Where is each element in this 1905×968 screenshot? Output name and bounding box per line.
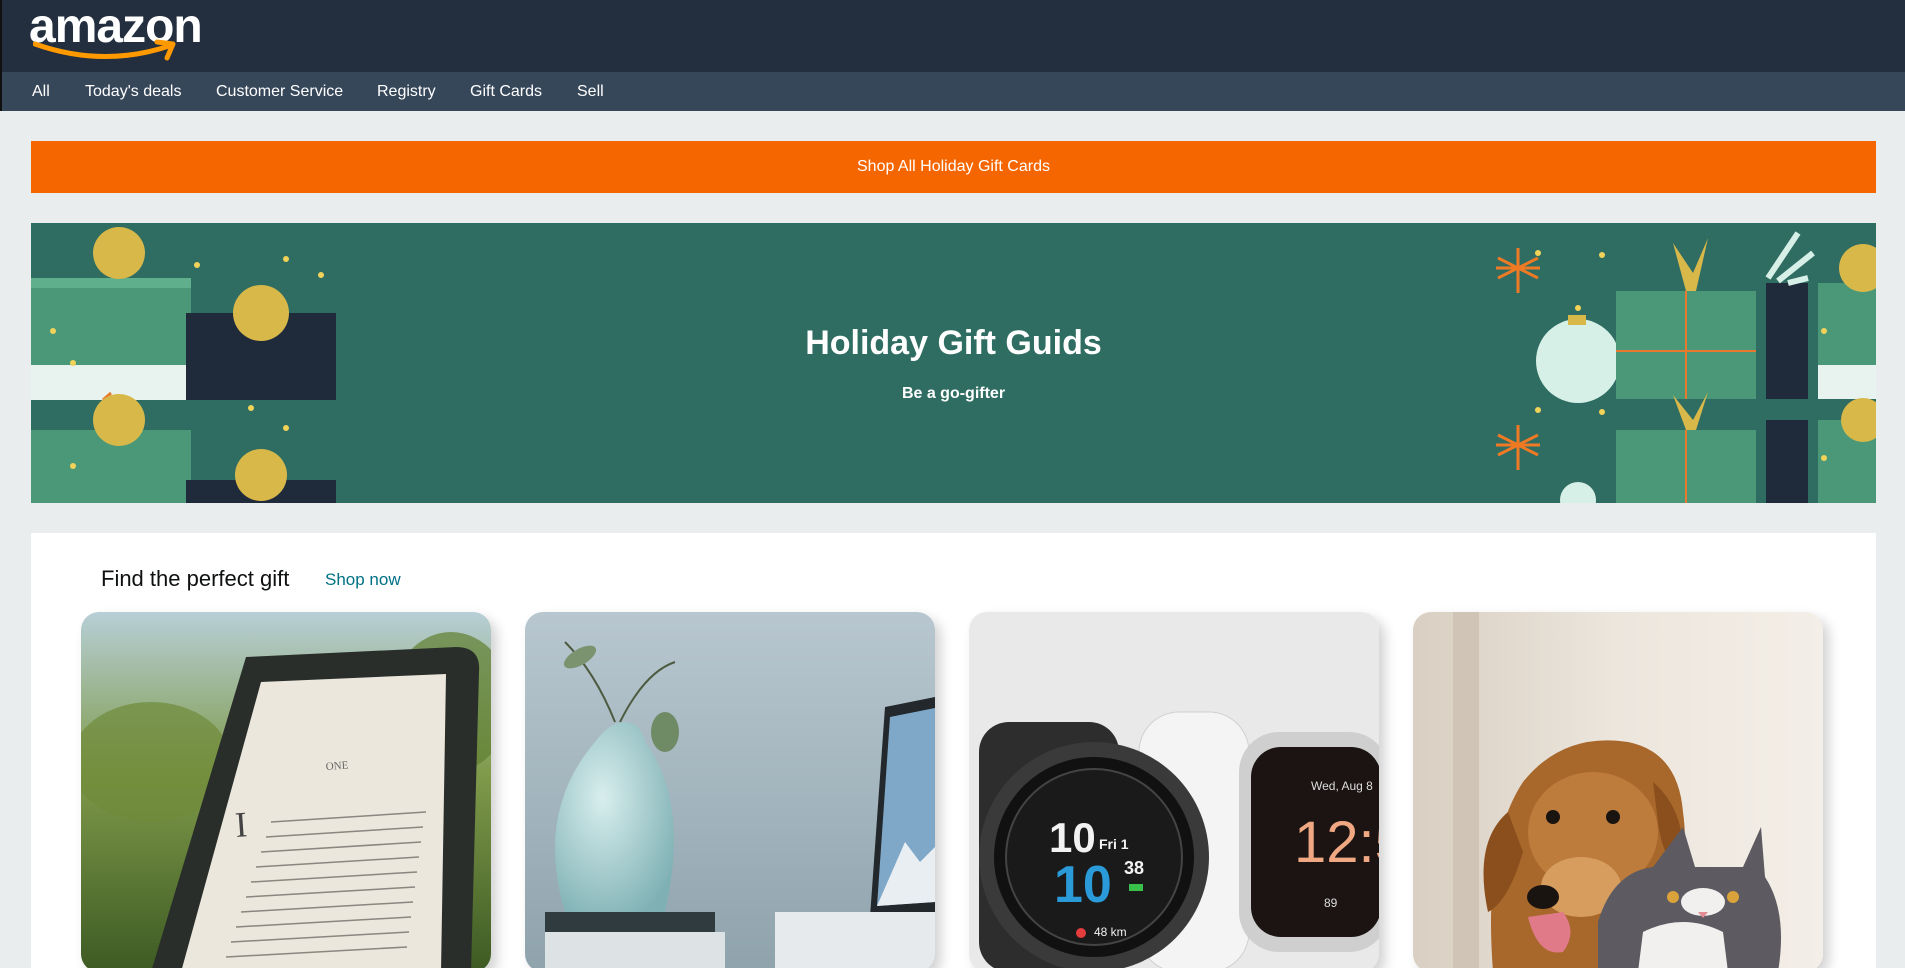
gift-card-pets[interactable] (1413, 612, 1823, 968)
gift-card-home-office[interactable] (525, 612, 935, 968)
smile-arrow-icon (33, 39, 176, 61)
ereader-chapter-heading: ONE (325, 759, 349, 773)
gift-section: Find the perfect gift Shop now ONE I Wed… (31, 533, 1876, 968)
dog-and-cat-image (1413, 612, 1823, 968)
amazon-logo[interactable]: amazon (29, 2, 219, 66)
watch1-distance: 48 km (1094, 925, 1127, 939)
nav-item-customer-service[interactable]: Customer Service (216, 83, 343, 101)
section-title: Find the perfect gift (101, 566, 290, 591)
gift-card-smartwatches[interactable]: Wed, Aug 8 12:5 89 10 Fri 1 10 38 48 km (969, 612, 1379, 968)
vase-and-laptop-image (525, 612, 935, 968)
nav-item-sell[interactable]: Sell (577, 83, 604, 101)
nav-item-gift-cards[interactable]: Gift Cards (470, 83, 542, 101)
watch2-heart-rate: 89 (1324, 896, 1338, 910)
nav-item-todays-deals[interactable]: Today's deals (85, 83, 181, 101)
watch1-hours: 10 (1049, 814, 1096, 861)
gift-boxes-right-image (1496, 231, 1876, 503)
watch1-minutes: 10 (1054, 856, 1112, 914)
nav-bar: All Today's deals Customer Service Regis… (0, 72, 1905, 111)
gift-card-ereader[interactable]: ONE I (81, 612, 491, 968)
watch2-date: Wed, Aug 8 (1311, 779, 1373, 793)
holiday-hero-banner[interactable]: Holiday Gift Guids Be a go-gifter (31, 223, 1876, 503)
watch1-seconds: 38 (1124, 858, 1144, 878)
e-reader-image: ONE I (81, 612, 491, 968)
watch2-time: 12:5 (1294, 810, 1379, 875)
shop-now-link[interactable]: Shop now (325, 570, 401, 590)
nav-item-all[interactable]: All (32, 83, 50, 101)
nav-item-registry[interactable]: Registry (377, 83, 436, 101)
shop-gift-cards-button[interactable]: Shop All Holiday Gift Cards (31, 141, 1876, 193)
header-bar: amazon (0, 0, 1905, 72)
gift-boxes-left-image (31, 227, 336, 503)
smartwatches-image: Wed, Aug 8 12:5 89 10 Fri 1 10 38 48 km (969, 612, 1379, 968)
hero-title: Holiday Gift Guids (805, 324, 1102, 362)
hero-subtitle: Be a go-gifter (901, 385, 1006, 402)
watch1-date: Fri 1 (1099, 836, 1129, 852)
